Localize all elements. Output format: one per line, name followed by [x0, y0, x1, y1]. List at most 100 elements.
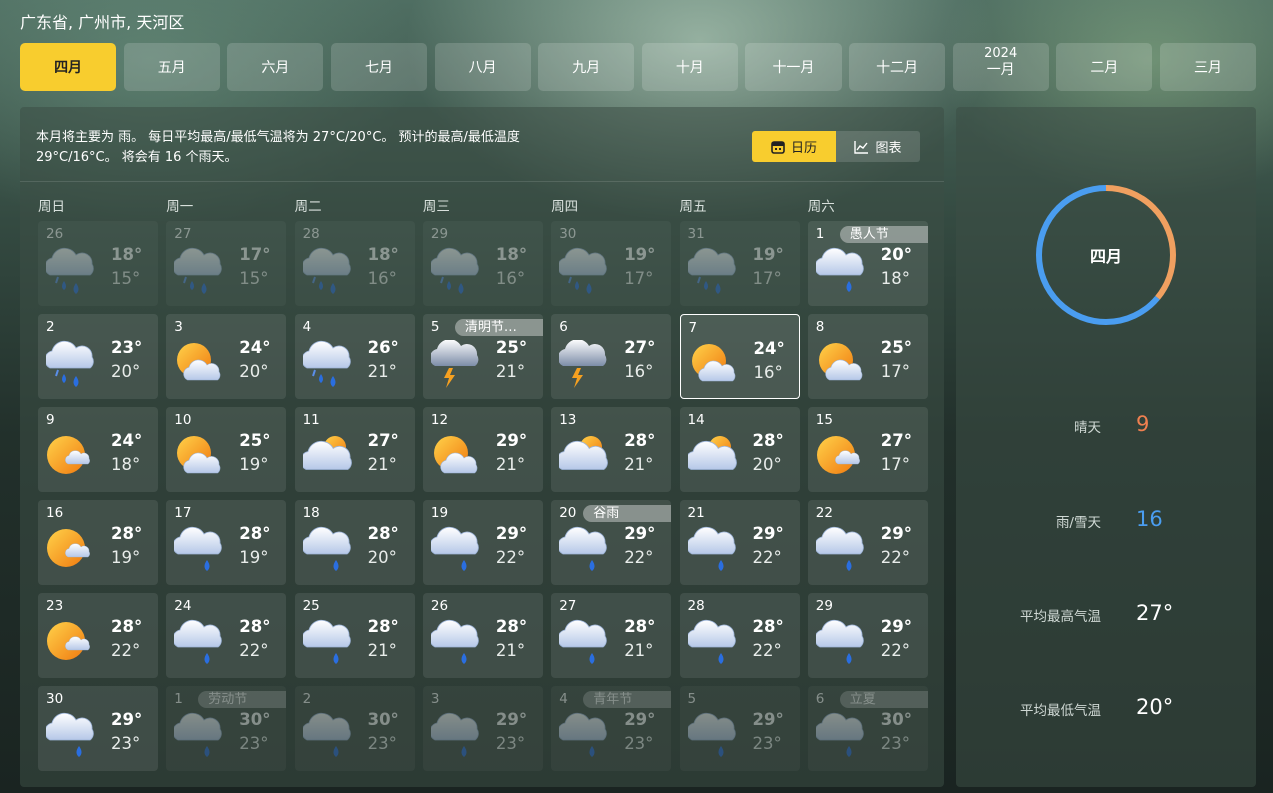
day-cell[interactable]: 5 29° 23° [680, 686, 800, 771]
day-cell[interactable]: 29 29° 22° [807, 593, 928, 678]
day-cell[interactable]: 1 愚人节 20° 18° [807, 221, 928, 306]
day-cell[interactable]: 6 27° 16° [551, 314, 672, 399]
day-cell[interactable]: 12 29° 21° [422, 407, 543, 492]
high-temp: 30° [239, 710, 271, 729]
day-cell[interactable]: 3 29° 23° [423, 686, 543, 771]
day-cell[interactable]: 16 28° 19° [38, 500, 158, 585]
low-temp: 23° [239, 734, 269, 753]
day-cell[interactable]: 23 28° 22° [38, 593, 158, 678]
day-cell[interactable]: 19 29° 22° [422, 500, 543, 585]
day-cell[interactable]: 5 清明节… 25° 21° [422, 314, 543, 399]
day-cell[interactable]: 11 27° 21° [294, 407, 415, 492]
high-temp: 30° [880, 710, 913, 729]
day-number: 25 [302, 598, 320, 614]
day-cell[interactable]: 30 19° 17° [551, 221, 671, 306]
month-tab-6[interactable]: 十月 [641, 43, 738, 91]
day-number: 1 [174, 691, 183, 707]
day-number: 1 [815, 226, 825, 242]
low-temp: 23° [880, 734, 911, 753]
month-tab-3[interactable]: 七月 [330, 43, 427, 91]
weekday-label: 周一 [166, 199, 194, 215]
high-temp: 24° [753, 339, 785, 358]
holiday-badge: 立夏 [839, 691, 928, 708]
stat-row: 雨/雪天 16 [956, 507, 1256, 537]
chart-view-button[interactable]: 图表 [836, 131, 920, 162]
weekday-label: 周五 [679, 199, 707, 215]
month-tab-10[interactable]: 二月 [1056, 43, 1153, 91]
day-cell[interactable]: 6 立夏 30° 23° [808, 686, 928, 771]
rain-icon [687, 619, 736, 664]
high-temp: 18° [111, 245, 143, 264]
low-temp: 23° [752, 734, 782, 753]
day-cell[interactable]: 2 23° 20° [38, 314, 158, 399]
day-cell[interactable]: 17 28° 19° [166, 500, 287, 585]
month-tab-5[interactable]: 九月 [538, 43, 635, 91]
sun-cloud-icon [177, 436, 221, 474]
rain-icon [46, 712, 94, 757]
day-cell[interactable]: 25 28° 21° [294, 593, 415, 678]
day-cell[interactable]: 28 18° 16° [295, 221, 415, 306]
high-temp: 28° [495, 617, 528, 636]
day-cell[interactable]: 9 24° 18° [38, 407, 158, 492]
day-cell[interactable]: 7 24° 16° [679, 314, 800, 399]
low-temp: 21° [367, 455, 397, 474]
day-cell[interactable]: 22 29° 22° [807, 500, 928, 585]
day-cell[interactable]: 20 谷雨 29° 22° [551, 500, 672, 585]
low-temp: 21° [367, 362, 397, 381]
low-temp: 22° [880, 641, 911, 660]
low-temp: 22° [624, 548, 654, 567]
day-cell[interactable]: 1 劳动节 30° 23° [166, 686, 287, 771]
day-cell[interactable]: 30 29° 23° [38, 686, 158, 771]
day-cell[interactable]: 29 18° 16° [423, 221, 543, 306]
day-cell[interactable]: 31 19° 17° [680, 221, 800, 306]
day-cell[interactable]: 26 28° 21° [422, 593, 543, 678]
rain-icon [174, 619, 223, 664]
divider [20, 181, 944, 182]
holiday-badge: 愚人节 [839, 226, 928, 243]
month-tab-2[interactable]: 六月 [227, 43, 324, 91]
high-temp: 23° [111, 338, 143, 357]
low-temp: 20° [367, 548, 397, 567]
sun-cloud-icon [433, 436, 478, 474]
weekday-label: 周日 [38, 199, 65, 215]
day-cell[interactable]: 15 27° 17° [807, 407, 928, 492]
month-tab-4[interactable]: 八月 [434, 43, 531, 91]
day-number: 4 [559, 691, 568, 707]
high-temp: 27° [880, 431, 913, 450]
month-tab-9[interactable]: 2024 一月 [952, 43, 1049, 91]
month-tab-0[interactable]: 四月 [20, 43, 117, 91]
low-temp: 21° [495, 362, 526, 381]
day-cell[interactable]: 27 17° 15° [166, 221, 286, 306]
day-cell[interactable]: 26 18° 15° [38, 221, 158, 306]
rain-icon [559, 526, 607, 571]
day-cell[interactable]: 28 28° 22° [679, 593, 800, 678]
day-number: 22 [815, 505, 833, 521]
day-number: 17 [174, 505, 192, 521]
day-number: 7 [688, 320, 698, 336]
month-tab-11[interactable]: 三月 [1159, 43, 1256, 91]
day-cell[interactable]: 21 29° 22° [679, 500, 800, 585]
day-cell[interactable]: 4 26° 21° [294, 314, 415, 399]
month-tab-7[interactable]: 十一月 [745, 43, 842, 91]
day-cell[interactable]: 27 28° 21° [551, 593, 672, 678]
stat-value: 9 [1136, 412, 1150, 436]
high-temp: 28° [111, 524, 143, 543]
day-cell[interactable]: 14 28° 20° [679, 407, 800, 492]
month-tab-8[interactable]: 十二月 [849, 43, 946, 91]
line-chart-icon [854, 140, 869, 154]
month-tab-1[interactable]: 五月 [123, 43, 220, 91]
day-cell[interactable]: 2 30° 23° [295, 686, 415, 771]
stat-value: 27° [1136, 601, 1174, 625]
day-cell[interactable]: 10 25° 19° [166, 407, 287, 492]
high-temp: 28° [111, 617, 143, 636]
calendar-view-button[interactable]: 日历 [752, 131, 836, 162]
day-cell[interactable]: 18 28° 20° [294, 500, 415, 585]
day-cell[interactable]: 13 28° 21° [551, 407, 672, 492]
low-temp: 23° [624, 734, 654, 753]
day-cell[interactable]: 24 28° 22° [166, 593, 287, 678]
day-cell[interactable]: 3 24° 20° [166, 314, 287, 399]
day-cell[interactable]: 8 25° 17° [807, 314, 928, 399]
day-cell[interactable]: 4 青年节 29° 23° [551, 686, 672, 771]
calendar-panel: 本月将主要为 雨。 每日平均最高/最低气温将为 27°C/20°C。 预计的最高… [20, 107, 944, 787]
stat-row: 晴天 9 [956, 412, 1256, 442]
